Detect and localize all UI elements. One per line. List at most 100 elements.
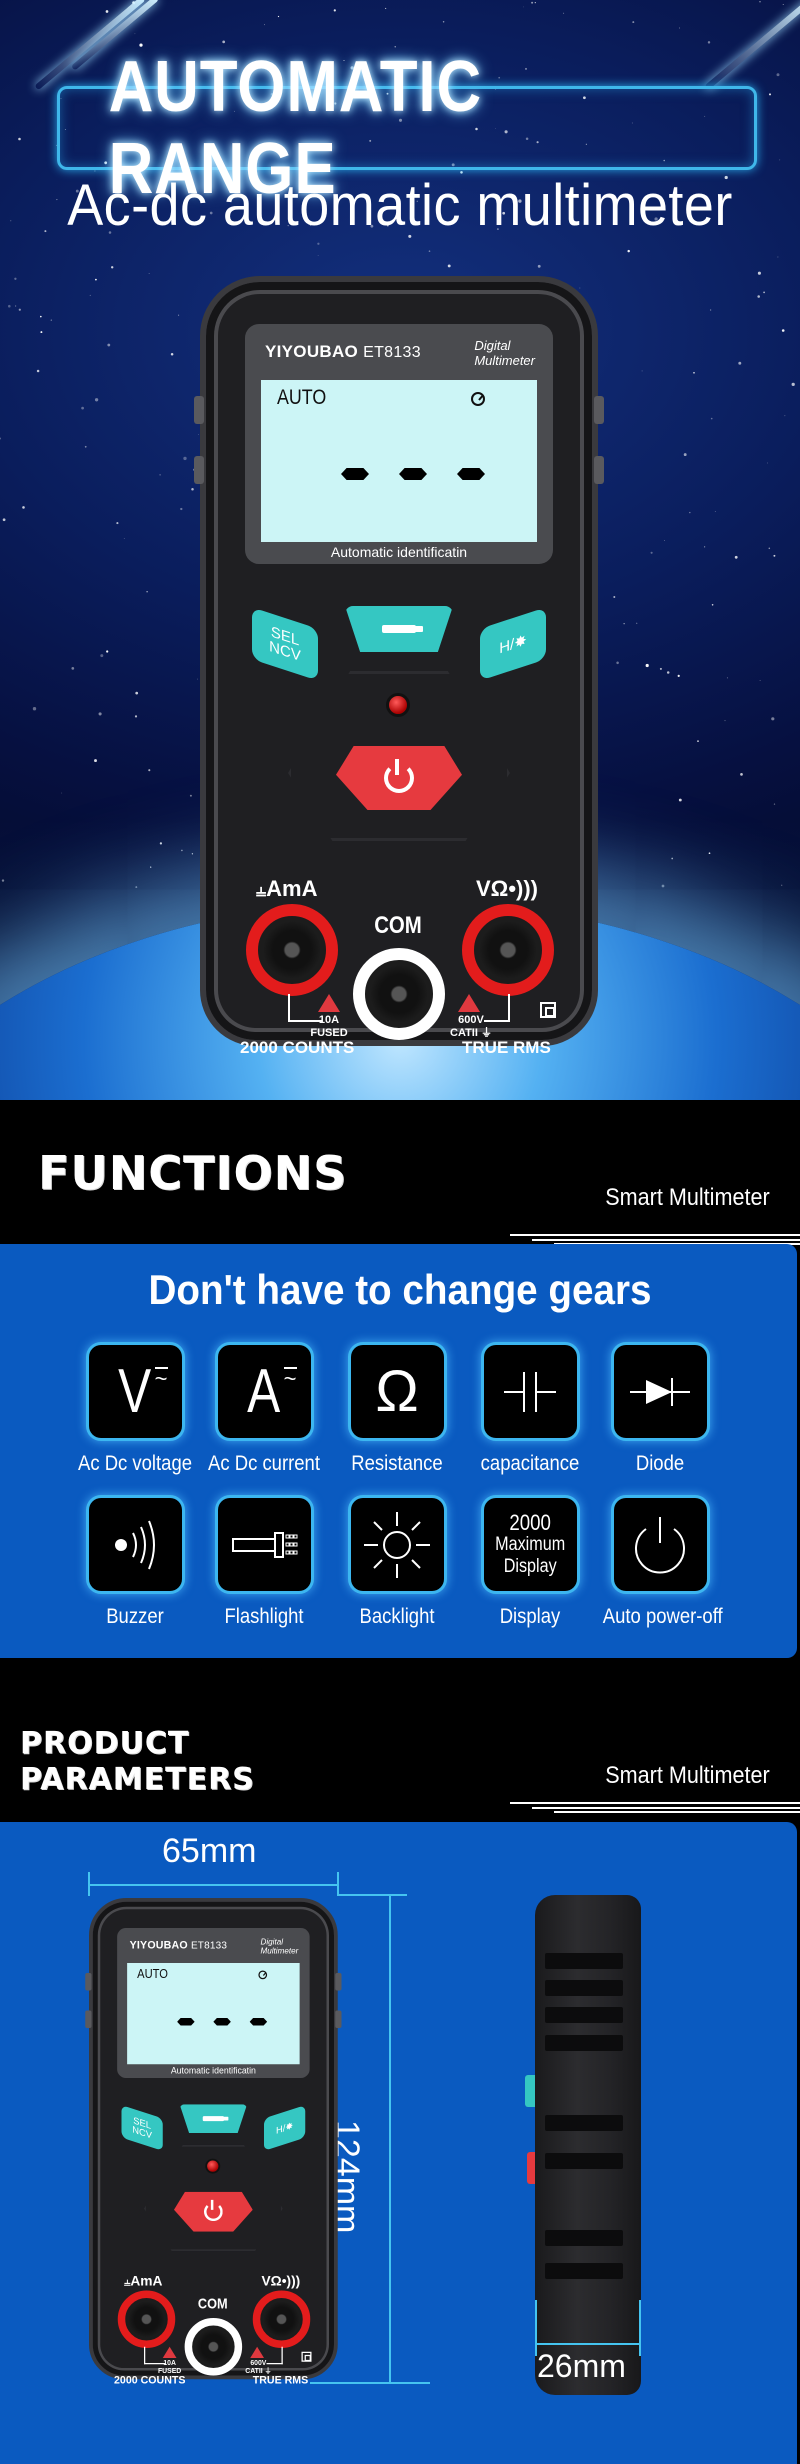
display-count-icon: 2000 Maximum Display [483,1498,577,1591]
lcd-display: AUTO [261,380,537,542]
backlight-icon: ✸ [285,2119,294,2134]
star [40,331,43,334]
star [534,2,536,4]
power-icon [204,2199,223,2222]
star [428,250,431,252]
display-count-text: Maximum [495,1533,565,1555]
grip-ridge [194,396,204,424]
side-slot [545,2230,623,2246]
star [15,305,17,307]
side-slot [545,2263,623,2279]
brand-name: YIYOUBAO [129,1939,188,1952]
star [111,266,114,269]
function-label: capacitance [480,1452,580,1475]
function-label: Flashlight [224,1605,304,1628]
vohm-jack[interactable] [462,904,554,996]
dimension-tick [337,1872,339,1896]
side-slot [545,2153,623,2169]
ac-dc-current-icon: A ~ [217,1345,311,1438]
star [94,398,99,402]
function-label: Display [499,1605,561,1628]
star [641,370,643,372]
star [180,507,183,511]
voltage-rating-line: 600V [250,2359,267,2367]
indicator-led [389,696,407,714]
lcd-mode: AUTO [137,1966,168,1982]
screen-frame: YIYOUBAO ET8133 Digital Multimeter AUTO A… [245,324,553,564]
ama-jack[interactable] [117,2290,176,2348]
counts-label: 2000 COUNTS [114,2374,186,2387]
star [537,264,541,268]
lcd-dash [341,468,369,480]
vohm-jack[interactable] [252,2290,311,2348]
star [442,20,445,23]
sun-icon [350,1498,444,1591]
double-insulation-icon [540,1002,556,1018]
flashlight-button[interactable] [345,606,453,652]
star [222,40,226,44]
star [81,406,84,410]
diode-icon [613,1345,707,1438]
section-subtitle: Smart Multimeter [605,1762,770,1789]
star [18,308,21,311]
jack-label-text: AmA [130,2273,163,2289]
star [385,7,387,9]
divider-line [510,1234,800,1236]
star [773,803,776,805]
star [693,371,695,374]
function-label: Diode [635,1452,685,1475]
star [689,511,691,514]
dimension-tick [337,1894,407,1896]
section-title-line: PARAMETERS [20,1762,255,1797]
star [8,304,11,308]
ama-jack[interactable] [246,904,338,996]
star [773,554,776,557]
star [771,717,775,721]
buzzer-icon [88,1498,182,1591]
fuse-rating-line: 10A [163,2359,176,2367]
flashlight-icon [382,625,416,633]
star [89,294,91,296]
warning-icon [250,2346,264,2358]
star [757,295,760,298]
brand-name: YIYOUBAO [265,342,359,361]
com-jack[interactable] [184,2318,243,2376]
multimeter-front: YIYOUBAO ET8133 Digital Multimeter AUTO A… [194,276,604,1057]
com-jack[interactable] [353,948,445,1040]
lcd-dash [177,2018,195,2026]
star [784,415,786,417]
function-label: Auto power-off [602,1605,723,1628]
flashlight-button[interactable] [179,2104,248,2133]
device-type: Digital Multimeter [260,1937,298,1956]
width-dimension-line [88,1884,337,1886]
star [777,256,779,258]
voltage-rating: 600V CATII ⏚ [446,1014,496,1040]
star [134,33,136,35]
star [697,740,699,742]
width-dimension: 65mm [162,1832,257,1870]
star [683,453,687,457]
star [677,674,680,678]
dimension-tick [639,2300,641,2356]
star [106,650,109,653]
star [22,506,25,509]
right-jack-label: VΩ•))) [261,2273,301,2289]
star [317,242,320,245]
star [650,551,653,554]
star [107,343,111,347]
function-item: Auto power-off [595,1498,725,1629]
star [170,352,174,356]
star [71,667,75,670]
star [709,309,712,311]
star [36,369,40,373]
side-teal-button [525,2075,535,2107]
function-label: Ac Dc current [208,1452,320,1475]
side-slot [545,2115,623,2131]
side-slot [545,1980,623,1996]
button-label: H/ [499,635,515,657]
lcd-caption: Automatic identificatin [170,2065,256,2076]
star [264,24,265,26]
star [178,314,180,316]
button-label: H/ [276,2122,286,2137]
star [636,622,638,624]
